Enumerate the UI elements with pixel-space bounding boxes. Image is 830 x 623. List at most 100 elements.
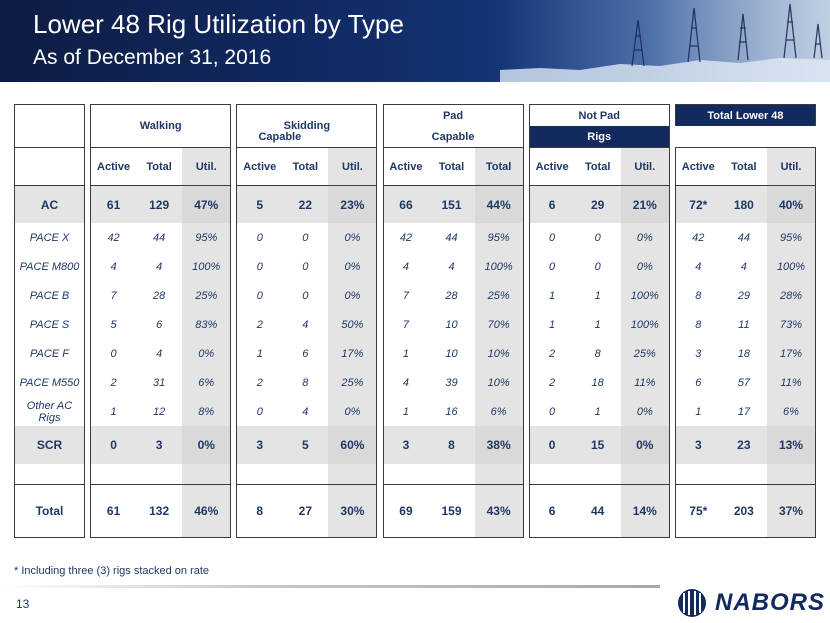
group-header-row: Walking Skidding Pad Not Pad Total Lower 48	[14, 104, 817, 148]
table-cell: 0%	[620, 223, 670, 252]
table-cell	[282, 464, 328, 485]
spacer-row	[14, 464, 817, 485]
table-cell: 6%	[474, 397, 524, 426]
table-cell: 44	[574, 484, 621, 538]
column-header: Total	[574, 147, 621, 186]
row-label: PACE F	[14, 339, 85, 368]
table-cell: 5	[236, 185, 283, 223]
table-cell: 42	[674, 223, 721, 252]
row-label	[14, 464, 85, 485]
row-label: AC	[14, 185, 85, 223]
column-header: Total	[282, 147, 329, 186]
table-cell: 0	[528, 223, 575, 252]
table-cell: 6	[528, 484, 575, 538]
table-cell: 1	[594, 405, 601, 418]
table-row: SCR 0 3 0% 3 5 60% 3 8 38% 0 15 0% 3 23 13%	[14, 426, 817, 464]
table-cell: 1	[382, 397, 429, 426]
table-cell: 61	[90, 484, 136, 538]
table-cell	[767, 464, 817, 485]
table-cell: 16	[445, 405, 458, 418]
table-cell: 17	[737, 405, 750, 418]
table-cell: 12	[153, 405, 166, 418]
column-header: Active	[528, 147, 575, 186]
table-cell: 3	[674, 426, 721, 464]
table-cell: 57	[737, 376, 750, 389]
table-cell: 17%	[328, 339, 378, 368]
table-cell: 0	[302, 260, 309, 273]
group-header-not-pad-capable: Not Pad	[528, 104, 670, 126]
table-cell: 159	[428, 484, 475, 538]
table-cell: 3	[382, 426, 429, 464]
table-cell: 0	[528, 426, 575, 464]
table-cell: 3	[236, 426, 283, 464]
table-cell: 4	[302, 405, 309, 418]
table-cell: 7	[382, 281, 429, 310]
row-label: PACE M800	[14, 252, 85, 281]
table-cell	[474, 464, 524, 485]
table-cell	[674, 464, 721, 485]
row-label: PACE M550	[14, 368, 85, 397]
column-header: Util.	[328, 147, 378, 186]
table-cell: 1	[528, 281, 575, 310]
column-header: Total	[428, 147, 475, 186]
table-cell: 100%	[620, 281, 670, 310]
table-cell: 38%	[474, 426, 524, 464]
table-row: Total 61 132 46% 8 27 30% 69 159 43% 6 44 14% 75* 203 3…	[14, 484, 817, 538]
table-cell: 132	[135, 484, 183, 538]
table-cell: 27	[282, 484, 329, 538]
table-cell: 15	[574, 426, 621, 464]
group-header-total-lower-48: Rigs	[528, 126, 670, 148]
table-cell: 23%	[328, 185, 378, 223]
group-header-walking: Walking	[90, 104, 232, 148]
table-cell	[382, 464, 429, 485]
table-cell	[721, 464, 767, 485]
column-header-row: Active Total Util. Active Total Util. Active To…	[14, 147, 817, 186]
table-cell	[136, 464, 182, 485]
table-cell: 0	[236, 223, 283, 252]
table-cell: 4	[674, 252, 721, 281]
table-cell: 0%	[328, 397, 378, 426]
table-cell: 25%	[182, 281, 232, 310]
table-row: PACE X 42 44 95% 0 0 0% 42 44 95% 0 0 0% 42 44 95%	[14, 223, 817, 252]
table-row: PACE F 0 4 0% 1 6 17% 1 10 10% 2 8 25% 3 18 17%	[14, 339, 817, 368]
table-cell: 0	[594, 260, 601, 273]
table-cell: 1	[236, 339, 283, 368]
table-cell: 8	[236, 484, 283, 538]
table-cell: 4	[740, 260, 747, 273]
row-label: PACE B	[14, 281, 85, 310]
table-cell: 8%	[182, 397, 232, 426]
column-header: Active	[236, 147, 283, 186]
column-header: Active	[90, 147, 136, 186]
table-cell: 1	[528, 310, 575, 339]
table-cell: 25%	[474, 281, 524, 310]
table-cell: 4	[448, 260, 455, 273]
table-cell: 6	[674, 368, 721, 397]
column-header: Total	[720, 147, 768, 186]
table-cell: 0%	[620, 426, 670, 464]
page-title: Lower 48 Rig Utilization by Type	[33, 9, 404, 39]
table-cell	[236, 464, 283, 485]
group-header-total-lower-48: Total Lower 48	[674, 104, 817, 126]
table-cell: 2	[236, 310, 283, 339]
table-cell: 1	[90, 397, 136, 426]
table-cell: 8	[428, 426, 475, 464]
table-cell: 0%	[182, 426, 232, 464]
table-cell: 10	[445, 347, 458, 360]
table-cell: 11%	[620, 368, 670, 397]
logo-mark-icon	[678, 589, 706, 617]
table-cell: 73%	[767, 310, 817, 339]
table-cell: 1	[382, 339, 429, 368]
table-cell: 72*	[674, 185, 721, 223]
table-cell: 10%	[474, 339, 524, 368]
table-cell: 2	[236, 368, 283, 397]
table-row: PACE B 7 28 25% 0 0 0% 7 28 25% 1 1 100% 8 29 28%	[14, 281, 817, 310]
table-cell: 70%	[474, 310, 524, 339]
table-cell: 4	[382, 368, 429, 397]
table-cell: 40%	[767, 185, 817, 223]
table-cell: 42	[382, 223, 429, 252]
column-header: Total	[135, 147, 183, 186]
table-cell: 60%	[328, 426, 378, 464]
page-subtitle: As of December 31, 2016	[33, 46, 272, 69]
table-cell: 100%	[767, 252, 817, 281]
table-cell: 0	[236, 252, 283, 281]
